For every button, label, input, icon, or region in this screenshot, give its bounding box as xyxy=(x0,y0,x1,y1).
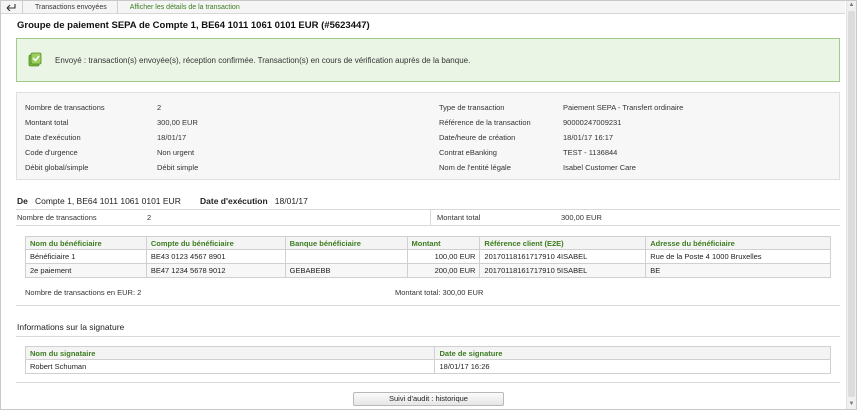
table-header-row: Nom du bénéficiaire Compte du bénéficiai… xyxy=(25,236,831,250)
cell-beneficiary-bank: GEBABEBB xyxy=(284,263,408,278)
summary-value: 300,00 EUR xyxy=(157,118,198,127)
back-button[interactable] xyxy=(1,0,23,14)
beneficiaries-table: Nom du bénéficiaire Compte du bénéficiai… xyxy=(25,236,831,278)
cell-beneficiary-address: Rue de la Poste 4 1000 Bruxelles xyxy=(645,249,831,264)
summary-label: Code d'urgence xyxy=(25,148,78,157)
exec-date-value: 18/01/17 xyxy=(274,196,308,206)
status-notice-text: Envoyé : transaction(s) envoyée(s), réce… xyxy=(55,55,471,65)
from-account-line: De Compte 1, BE64 1011 1061 0101 EUR xyxy=(17,196,181,206)
total-value: 300,00 EUR xyxy=(561,213,602,222)
divider xyxy=(16,225,840,226)
sent-confirmed-icon xyxy=(28,52,42,67)
summary-label: Type de transaction xyxy=(439,103,505,112)
breadcrumb-item-sent-transactions[interactable]: Transactions envoyées xyxy=(23,0,118,14)
page-title: Groupe de paiement SEPA de Compte 1, BE6… xyxy=(17,20,370,31)
table-row[interactable]: Bénéficiaire 1 BE43 0123 4567 8901 100,0… xyxy=(25,249,831,264)
cell-signature-date: 18/01/17 16:26 xyxy=(434,359,831,374)
summary-label: Nombre de transactions xyxy=(25,103,105,112)
status-notice: Envoyé : transaction(s) envoyée(s), réce… xyxy=(16,38,840,82)
column-header[interactable]: Adresse du bénéficiaire xyxy=(645,236,831,250)
scroll-down-icon[interactable]: ▼ xyxy=(847,400,856,409)
cell-beneficiary-account: BE43 0123 4567 8901 xyxy=(145,249,286,264)
summary-value: Débit simple xyxy=(157,163,199,172)
divider xyxy=(16,305,840,306)
audit-trail-button[interactable]: Suivi d'audit : historique xyxy=(353,392,504,406)
scroll-up-icon[interactable]: ▲ xyxy=(847,1,856,10)
cell-beneficiary-address: BE xyxy=(645,263,831,278)
vertical-scrollbar[interactable]: ▲ ▼ xyxy=(846,1,856,409)
table-header-row: Nom du signataire Date de signature xyxy=(24,346,831,360)
cell-beneficiary-bank xyxy=(284,249,408,264)
cell-client-reference: 20170118161717910 5ISABEL xyxy=(479,263,647,278)
cell-beneficiary-name: Bénéficiaire 1 xyxy=(25,249,147,264)
table-row[interactable]: 2e paiement BE47 1234 5678 9012 GEBABEBB… xyxy=(25,263,831,278)
summary-label: Date/heure de création xyxy=(439,133,516,142)
column-header[interactable]: Compte du bénéficiaire xyxy=(145,236,286,250)
summary-value: 18/01/17 16:17 xyxy=(563,133,614,142)
footer-transaction-count: Nombre de transactions en EUR: 2 xyxy=(25,288,142,297)
cell-amount: 100,00 EUR xyxy=(406,249,481,264)
summary-label: Contrat eBanking xyxy=(439,148,497,157)
summary-label: Référence de la transaction xyxy=(439,118,531,127)
summary-value: Isabel Customer Care xyxy=(563,163,636,172)
cell-client-reference: 20170118161717910 4ISABEL xyxy=(479,249,647,264)
exec-date-line: Date d'exécution 18/01/17 xyxy=(200,196,308,206)
divider xyxy=(16,209,840,210)
column-header[interactable]: Référence client (E2E) xyxy=(479,236,647,250)
column-header[interactable]: Nom du signataire xyxy=(24,346,436,360)
column-header[interactable]: Date de signature xyxy=(434,346,831,360)
divider xyxy=(16,336,840,337)
signature-section-title: Informations sur la signature xyxy=(17,322,125,332)
summary-value: 2 xyxy=(157,103,162,112)
cell-signatory-name: Robert Schuman xyxy=(24,359,436,374)
cell-beneficiary-name: 2e paiement xyxy=(25,263,147,278)
summary-value: Paiement SEPA - Transfert ordinaire xyxy=(563,103,684,112)
summary-value: TEST - 1136844 xyxy=(563,148,618,157)
breadcrumb-item-transaction-details: Afficher les détails de la transaction xyxy=(129,3,240,11)
cell-amount: 200,00 EUR xyxy=(406,263,481,278)
cell-beneficiary-account: BE47 1234 5678 9012 xyxy=(145,263,286,278)
exec-date-label: Date d'exécution xyxy=(200,196,268,206)
summary-value: Non urgent xyxy=(157,148,195,157)
from-label: De xyxy=(17,196,28,206)
signature-table: Nom du signataire Date de signature Robe… xyxy=(24,346,831,374)
count-label: Nombre de transactions xyxy=(17,213,97,222)
table-row[interactable]: Robert Schuman 18/01/17 16:26 xyxy=(24,359,831,374)
back-arrow-icon xyxy=(6,4,16,11)
column-header[interactable]: Montant xyxy=(406,236,481,250)
divider xyxy=(430,209,431,225)
summary-label: Date d'exécution xyxy=(25,133,81,142)
divider xyxy=(16,382,840,383)
transaction-summary: Nombre de transactions 2 Montant total 3… xyxy=(16,92,840,180)
summary-label: Nom de l'entité légale xyxy=(439,163,511,172)
breadcrumb: Transactions envoyées Afficher les détai… xyxy=(1,0,845,14)
count-value: 2 xyxy=(147,213,152,222)
summary-label: Montant total xyxy=(25,118,69,127)
summary-value: 18/01/17 xyxy=(157,133,187,142)
footer-total-amount: Montant total: 300,00 EUR xyxy=(395,288,484,297)
total-label: Montant total xyxy=(437,213,481,222)
summary-value: 90000247009231 xyxy=(563,118,622,127)
column-header[interactable]: Banque bénéficiaire xyxy=(284,236,408,250)
summary-label: Débit global/simple xyxy=(25,163,89,172)
from-account: Compte 1, BE64 1011 1061 0101 EUR xyxy=(34,196,181,206)
column-header[interactable]: Nom du bénéficiaire xyxy=(25,236,147,250)
scrollbar-thumb[interactable] xyxy=(848,11,855,397)
